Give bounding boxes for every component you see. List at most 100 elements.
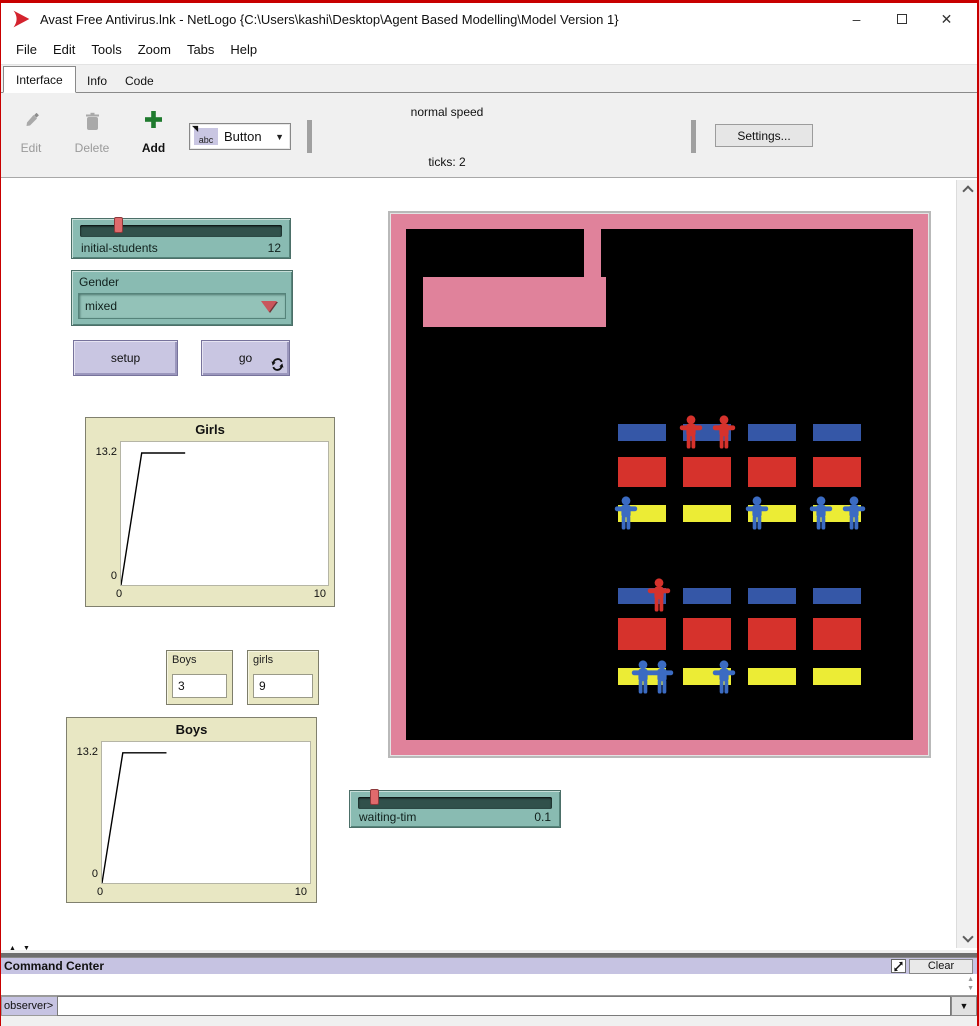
monitor-value: 9 — [253, 674, 313, 698]
slider-thumb[interactable] — [370, 789, 379, 805]
go-button-label: go — [239, 351, 252, 365]
window-title: Avast Free Antivirus.lnk - NetLogo {C:\U… — [40, 12, 619, 27]
command-center-header: Command Center Clear — [1, 957, 977, 974]
ticks-counter: ticks: 2 — [372, 155, 522, 169]
monitor-label: girls — [253, 654, 273, 666]
add-plus-icon[interactable] — [145, 111, 162, 128]
x-axis-max: 10 — [314, 588, 326, 600]
expand-icon[interactable] — [891, 959, 906, 973]
person-agent — [842, 496, 866, 530]
desk-patch — [748, 618, 796, 650]
setup-button[interactable]: setup — [73, 340, 178, 376]
clear-button[interactable]: Clear — [909, 959, 973, 974]
speed-slider-label: normal speed — [372, 105, 522, 119]
desk-patch — [748, 588, 796, 604]
y-axis-min: 0 — [88, 570, 117, 582]
maximize-icon — [897, 14, 907, 24]
menu-file[interactable]: File — [8, 38, 45, 61]
widget-type-dropdown[interactable]: ◥ abc Button ▼ — [189, 123, 291, 150]
toolbar-separator — [307, 120, 312, 153]
widget-type-value: Button — [224, 129, 275, 144]
x-axis-max: 10 — [295, 886, 307, 898]
close-button[interactable]: ✕ — [924, 3, 969, 35]
history-dropdown-button[interactable]: ▼ — [951, 996, 977, 1016]
world-view[interactable] — [406, 229, 913, 740]
plot-area — [120, 441, 329, 586]
desk-patch — [813, 424, 861, 441]
netlogo-window: Avast Free Antivirus.lnk - NetLogo {C:\U… — [0, 0, 979, 1026]
button-widget-icon: ◥ abc — [194, 128, 218, 145]
menu-zoom[interactable]: Zoom — [130, 38, 179, 61]
minimize-button[interactable]: – — [834, 3, 879, 35]
y-axis-max: 13.2 — [69, 746, 98, 758]
menu-tools[interactable]: Tools — [83, 38, 129, 61]
y-axis-min: 0 — [69, 868, 98, 880]
slider-value: 0.1 — [534, 810, 551, 824]
settings-button[interactable]: Settings... — [715, 124, 813, 147]
scroll-down-button[interactable] — [957, 930, 977, 948]
output-scrollbar[interactable]: ▲ ▼ — [967, 975, 974, 993]
delete-button[interactable]: Delete — [69, 141, 115, 155]
menu-edit[interactable]: Edit — [45, 38, 83, 61]
boys-monitor: Boys 3 — [166, 650, 233, 705]
slider-value: 12 — [268, 241, 281, 255]
scroll-up-button[interactable] — [957, 180, 977, 198]
desk-patch — [618, 457, 666, 487]
chooser-arrow-icon — [261, 301, 277, 312]
mini-down-icon[interactable]: ▼ — [967, 984, 974, 993]
desk-patch — [683, 588, 731, 604]
desk-patch — [813, 457, 861, 487]
monitor-value: 3 — [172, 674, 227, 698]
edit-button[interactable]: Edit — [13, 141, 49, 155]
slider-track — [358, 797, 552, 809]
waiting-tim-slider[interactable]: waiting-tim 0.1 — [349, 790, 561, 828]
observer-prompt: observer> — [1, 996, 57, 1016]
person-agent — [809, 496, 833, 530]
title-bar: Avast Free Antivirus.lnk - NetLogo {C:\U… — [1, 3, 977, 35]
vertical-scrollbar[interactable] — [956, 180, 977, 948]
plot-title: Girls — [86, 422, 334, 437]
desk-patch — [683, 618, 731, 650]
chooser-label: Gender — [79, 275, 119, 289]
tab-interface[interactable]: Interface — [3, 66, 76, 93]
menu-help[interactable]: Help — [222, 38, 265, 61]
command-input-row: observer> ▼ — [1, 996, 977, 1016]
person-agent — [647, 578, 671, 612]
menu-bar: File Edit Tools Zoom Tabs Help — [1, 35, 977, 65]
slider-thumb[interactable] — [114, 217, 123, 233]
chevron-up-icon — [962, 185, 973, 196]
interface-canvas: initial-students 12 Gender mixed setup g… — [1, 178, 977, 950]
mini-up-icon[interactable]: ▲ — [967, 975, 974, 984]
command-center-splitter[interactable]: ▲ ▼ — [1, 950, 977, 957]
person-agent — [712, 660, 736, 694]
initial-students-slider[interactable]: initial-students 12 — [71, 218, 291, 259]
tab-strip: Interface Info Code — [1, 65, 977, 93]
add-button[interactable]: Add — [135, 141, 172, 155]
gender-chooser[interactable]: Gender mixed — [71, 270, 293, 326]
bottom-strip — [1, 1016, 977, 1026]
person-agent — [650, 660, 674, 694]
menu-tabs[interactable]: Tabs — [179, 38, 222, 61]
slider-label: initial-students — [81, 241, 158, 255]
person-agent — [712, 415, 736, 449]
maximize-button[interactable] — [879, 3, 924, 35]
chooser-select[interactable]: mixed — [78, 293, 286, 319]
delete-trash-icon[interactable] — [85, 112, 100, 131]
command-center-title: Command Center — [4, 959, 891, 973]
interface-toolbar: Edit Delete Add ◥ abc Button ▼ normal sp… — [1, 93, 977, 178]
desk-patch — [683, 457, 731, 487]
plot-title: Boys — [67, 722, 316, 737]
tab-code[interactable]: Code — [113, 68, 166, 93]
desk-patch — [748, 457, 796, 487]
world-view-frame — [388, 211, 931, 758]
desk-patch — [748, 668, 796, 685]
go-button[interactable]: go — [201, 340, 290, 376]
desk-patch — [813, 618, 861, 650]
splitter-down-icon[interactable]: ▼ — [23, 945, 30, 952]
command-center-output[interactable]: ▲ ▼ — [1, 974, 977, 996]
x-axis-min: 0 — [97, 886, 103, 898]
slider-label: waiting-tim — [359, 810, 416, 824]
edit-pencil-icon[interactable] — [24, 113, 40, 131]
command-input[interactable] — [57, 996, 951, 1016]
splitter-up-icon[interactable]: ▲ — [9, 945, 16, 952]
